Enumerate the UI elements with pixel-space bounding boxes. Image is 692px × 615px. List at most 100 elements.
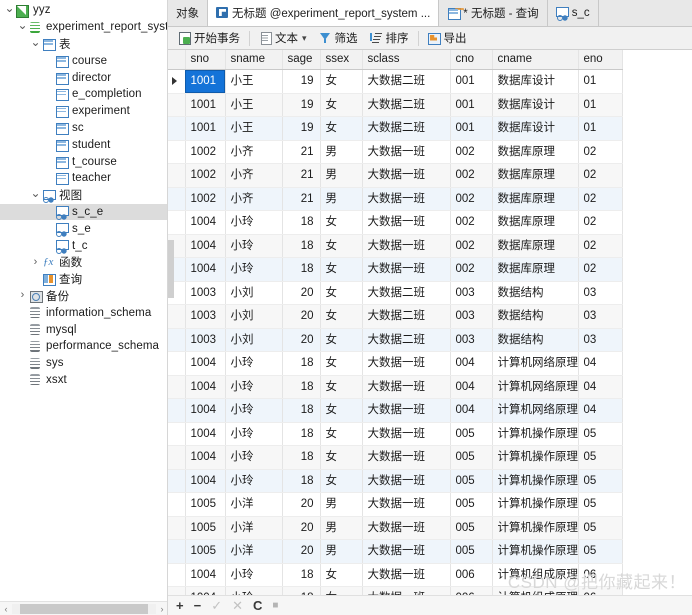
cell-cno[interactable]: 005 bbox=[450, 445, 493, 470]
cell-eno[interactable]: 05 bbox=[578, 516, 623, 540]
table-row[interactable]: 1004 小玲 18 女大数据一班 004 计算机网络原理 04 bbox=[168, 398, 623, 423]
cell-sno[interactable]: 1002 bbox=[185, 187, 226, 211]
grid-vertical-scrollbar-thumb[interactable] bbox=[168, 240, 174, 298]
cell-ssex[interactable]: 女 bbox=[320, 234, 363, 258]
cell-ssex[interactable]: 男 bbox=[320, 140, 363, 164]
cell-sname[interactable]: 小玲 bbox=[225, 375, 283, 399]
cell-sname[interactable]: 小玲 bbox=[225, 445, 283, 470]
cell-cname[interactable]: 计算机操作原理 bbox=[492, 516, 579, 540]
tree-node-performance_schema[interactable]: performance_schema bbox=[0, 338, 167, 355]
column-header-sclass[interactable]: sclass bbox=[362, 50, 451, 70]
cell-sname[interactable]: 小王 bbox=[225, 69, 283, 94]
row-indicator-cell[interactable] bbox=[168, 69, 186, 94]
tree-node-student[interactable]: student bbox=[0, 136, 167, 153]
cell-sclass[interactable]: 大数据一班 bbox=[362, 351, 451, 376]
cell-sclass[interactable]: 大数据一班 bbox=[362, 563, 451, 587]
tree-node-sys[interactable]: sys bbox=[0, 355, 167, 372]
cell-eno[interactable]: 02 bbox=[578, 257, 623, 282]
cell-sname[interactable]: 小齐 bbox=[225, 163, 283, 188]
cell-ssex[interactable]: 女 bbox=[320, 93, 363, 117]
cell-sname[interactable]: 小刘 bbox=[225, 304, 283, 329]
cell-sage[interactable]: 18 bbox=[282, 586, 321, 595]
cell-sname[interactable]: 小玲 bbox=[225, 422, 283, 446]
cell-ssex[interactable]: 男 bbox=[320, 516, 363, 540]
table-row[interactable]: 1001 小王 19 女大数据二班 001 数据库设计 01 bbox=[168, 93, 623, 117]
cell-ssex[interactable]: 女 bbox=[320, 445, 363, 470]
scrollbar-track[interactable] bbox=[12, 603, 156, 614]
cell-sno[interactable]: 1004 bbox=[185, 422, 226, 446]
cell-cname[interactable]: 数据库原理 bbox=[492, 257, 579, 282]
cell-cname[interactable]: 计算机网络原理 bbox=[492, 375, 579, 399]
cell-ssex[interactable]: 女 bbox=[320, 116, 363, 141]
cell-cname[interactable]: 数据结构 bbox=[492, 281, 579, 305]
cell-sno[interactable]: 1001 bbox=[185, 93, 226, 117]
cell-sclass[interactable]: 大数据一班 bbox=[362, 375, 451, 399]
cell-eno[interactable]: 01 bbox=[578, 93, 623, 117]
tree-twisty-closed-icon[interactable] bbox=[17, 290, 28, 301]
row-indicator-cell[interactable] bbox=[168, 469, 186, 493]
cell-sage[interactable]: 20 bbox=[282, 516, 321, 540]
cell-sage[interactable]: 18 bbox=[282, 445, 321, 470]
cell-sname[interactable]: 小玲 bbox=[225, 469, 283, 493]
chevron-down-icon[interactable]: ▾ bbox=[302, 33, 307, 44]
sidebar-horizontal-scrollbar[interactable]: ‹ › bbox=[0, 601, 167, 615]
cell-eno[interactable]: 01 bbox=[578, 116, 623, 141]
cell-cno[interactable]: 002 bbox=[450, 210, 493, 235]
cell-sno[interactable]: 1003 bbox=[185, 304, 226, 329]
cell-cno[interactable]: 006 bbox=[450, 563, 493, 587]
column-header-eno[interactable]: eno bbox=[578, 50, 623, 70]
cell-cno[interactable]: 003 bbox=[450, 281, 493, 305]
column-header-sname[interactable]: sname bbox=[225, 50, 283, 70]
cell-sage[interactable]: 21 bbox=[282, 163, 321, 188]
cell-sname[interactable]: 小玲 bbox=[225, 234, 283, 258]
cell-sclass[interactable]: 大数据一班 bbox=[362, 469, 451, 493]
toolbar-button-3[interactable]: 排序 bbox=[364, 28, 415, 49]
cell-sclass[interactable]: 大数据一班 bbox=[362, 516, 451, 540]
cell-sno[interactable]: 1004 bbox=[185, 234, 226, 258]
cell-sno[interactable]: 1004 bbox=[185, 351, 226, 376]
cell-sno[interactable]: 1004 bbox=[185, 563, 226, 587]
row-indicator-cell[interactable] bbox=[168, 563, 186, 587]
cell-eno[interactable]: 03 bbox=[578, 281, 623, 305]
cell-cname[interactable]: 数据结构 bbox=[492, 304, 579, 329]
row-indicator-cell[interactable] bbox=[168, 93, 186, 117]
cell-sname[interactable]: 小玲 bbox=[225, 586, 283, 595]
tree-node-s_e[interactable]: s_e bbox=[0, 220, 167, 237]
cell-cno[interactable]: 002 bbox=[450, 187, 493, 211]
cell-sage[interactable]: 20 bbox=[282, 539, 321, 564]
scrollbar-thumb[interactable] bbox=[20, 603, 148, 614]
cell-ssex[interactable]: 男 bbox=[320, 163, 363, 188]
row-indicator-cell[interactable] bbox=[168, 163, 186, 188]
tab-1[interactable]: 无标题 @experiment_report_system ... bbox=[208, 0, 440, 26]
table-row[interactable]: 1004 小玲 18 女大数据一班 002 数据库原理 02 bbox=[168, 257, 623, 282]
cell-cno[interactable]: 001 bbox=[450, 93, 493, 117]
cell-sno[interactable]: 1004 bbox=[185, 445, 226, 470]
cell-ssex[interactable]: 女 bbox=[320, 69, 363, 94]
row-indicator-cell[interactable] bbox=[168, 304, 186, 329]
row-indicator-cell[interactable] bbox=[168, 445, 186, 470]
cell-ssex[interactable]: 女 bbox=[320, 328, 363, 352]
cell-cname[interactable]: 数据结构 bbox=[492, 328, 579, 352]
table-row[interactable]: 1005 小洋 20 男大数据一班 005 计算机操作原理 05 bbox=[168, 492, 623, 517]
table-row[interactable]: 1002 小齐 21 男大数据一班 002 数据库原理 02 bbox=[168, 140, 623, 164]
column-header-ssex[interactable]: ssex bbox=[320, 50, 363, 70]
cell-sclass[interactable]: 大数据二班 bbox=[362, 69, 451, 94]
tab-3[interactable]: s_c bbox=[547, 0, 599, 26]
cell-ssex[interactable]: 女 bbox=[320, 469, 363, 493]
cell-cno[interactable]: 003 bbox=[450, 304, 493, 329]
cell-cno[interactable]: 002 bbox=[450, 140, 493, 164]
cell-sno[interactable]: 1001 bbox=[185, 69, 226, 94]
cell-sclass[interactable]: 大数据二班 bbox=[362, 328, 451, 352]
cell-sage[interactable]: 20 bbox=[282, 304, 321, 329]
tree-node-[interactable]: 查询 bbox=[0, 271, 167, 288]
cell-sage[interactable]: 21 bbox=[282, 140, 321, 164]
cell-cname[interactable]: 计算机网络原理 bbox=[492, 398, 579, 423]
tree-twisty-closed-icon[interactable] bbox=[30, 257, 41, 268]
toolbar-button-4[interactable]: 导出 bbox=[422, 28, 473, 49]
table-row[interactable]: 1004 小玲 18 女大数据一班 004 计算机网络原理 04 bbox=[168, 351, 623, 376]
cell-cname[interactable]: 数据库原理 bbox=[492, 140, 579, 164]
cell-ssex[interactable]: 女 bbox=[320, 304, 363, 329]
table-row[interactable]: 1004 小玲 18 女大数据一班 002 数据库原理 02 bbox=[168, 210, 623, 235]
table-row[interactable]: 1003 小刘 20 女大数据二班 003 数据结构 03 bbox=[168, 281, 623, 305]
tree-node-experiment[interactable]: experiment bbox=[0, 103, 167, 120]
